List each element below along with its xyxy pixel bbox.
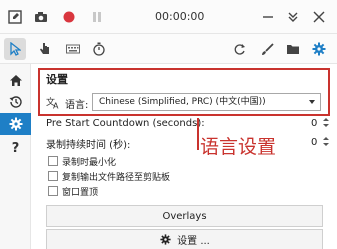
collapse-icon[interactable] — [285, 9, 301, 25]
settings-dialog-button-label: 设置 ... — [177, 236, 210, 247]
minimize-on-record-label: 录制时最小化 — [62, 158, 117, 168]
brush-icon[interactable] — [259, 41, 275, 57]
tool-bar — [0, 34, 337, 64]
gear-icon — [159, 234, 171, 246]
gear-icon[interactable] — [311, 41, 327, 57]
hand-tool-icon[interactable] — [37, 41, 53, 57]
always-on-top-label: 窗口置顶 — [62, 188, 99, 198]
pre-start-stepper[interactable] — [322, 117, 329, 129]
title-bar: 00:00:00 — [0, 0, 337, 34]
history-icon[interactable] — [0, 92, 31, 112]
overlays-button[interactable]: Overlays — [46, 205, 323, 227]
stopwatch-icon[interactable] — [91, 41, 107, 57]
pencil-icon[interactable] — [7, 9, 23, 25]
pre-start-value[interactable]: 0 — [311, 118, 317, 129]
copy-path-label: 复制输出文件路径至剪贴板 — [62, 173, 171, 183]
settings-icon[interactable] — [0, 113, 31, 135]
pre-start-label: Pre Start Countdown (seconds): — [46, 118, 205, 129]
copy-path-checkbox[interactable] — [48, 171, 58, 181]
help-icon[interactable]: ? — [0, 138, 31, 158]
refresh-icon[interactable] — [231, 41, 247, 57]
sidebar: ? — [0, 64, 31, 249]
recording-timer: 00:00:00 — [155, 10, 205, 23]
overlays-button-label: Overlays — [162, 210, 207, 222]
minimize-icon[interactable] — [260, 9, 276, 25]
camera-icon[interactable] — [33, 9, 49, 25]
annotation-highlight-box — [38, 68, 330, 116]
home-icon[interactable] — [0, 70, 31, 90]
keyboard-icon[interactable] — [65, 41, 81, 57]
folder-icon[interactable] — [285, 41, 301, 57]
annotation-text: 语言设置 — [200, 136, 277, 158]
duration-value[interactable]: 0 — [311, 137, 317, 148]
settings-dialog-button[interactable]: 设置 ... — [46, 229, 323, 249]
always-on-top-checkbox[interactable] — [48, 186, 58, 196]
minimize-on-record-checkbox[interactable] — [48, 156, 58, 166]
pointer-tool-icon[interactable] — [4, 38, 26, 60]
pause-icon[interactable] — [89, 9, 105, 25]
close-icon[interactable] — [311, 9, 327, 25]
record-icon[interactable] — [61, 9, 77, 25]
duration-label: 录制持续时间 (秒): — [46, 140, 131, 151]
annotation-connector-line — [197, 118, 199, 150]
duration-stepper[interactable] — [322, 136, 329, 148]
